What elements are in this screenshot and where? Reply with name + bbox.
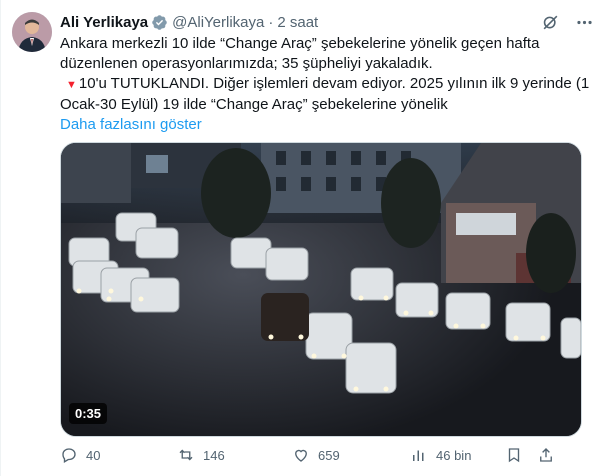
bookmark-icon [508, 448, 520, 463]
share-icon [540, 448, 552, 462]
repost-count: 146 [203, 447, 225, 463]
header-actions [540, 12, 594, 32]
verified-badge-icon [151, 14, 168, 31]
timestamp[interactable]: 2 saat [277, 14, 318, 31]
reply-icon [62, 448, 76, 463]
author-name[interactable]: Ali Yerlikaya [60, 14, 148, 31]
repost-icon [179, 449, 193, 461]
reply-count: 40 [86, 447, 101, 463]
share-button[interactable] [537, 446, 563, 464]
grok-icon[interactable] [540, 12, 560, 32]
repost-button[interactable]: 146 [177, 446, 225, 464]
views-icon [413, 450, 424, 461]
tweet-paragraph-1: Ankara merkezli 10 ilde “Change Araç” şe… [60, 35, 540, 72]
video-player[interactable]: 0:35 [60, 142, 582, 437]
tweet-paragraph-2: ▼ 10'u TUTUKLANDI. Diğer işlemleri devam … [60, 74, 590, 115]
show-more-link[interactable]: Daha fazlasını göster [60, 116, 202, 133]
like-icon [295, 449, 307, 462]
like-count: 659 [318, 447, 340, 463]
like-button[interactable]: 659 [292, 446, 340, 464]
tweet-text: Ankara merkezli 10 ilde “Change Araç” şe… [60, 34, 590, 135]
views-button[interactable]: 46 bin [410, 446, 471, 464]
bookmark-button[interactable] [505, 446, 531, 464]
action-bar: 40 146 659 46 bin [60, 446, 590, 468]
reply-button[interactable]: 40 [60, 446, 100, 464]
view-count: 46 bin [436, 447, 472, 463]
video-duration: 0:35 [69, 403, 108, 424]
divider [0, 0, 1, 476]
red-triangle-icon: ▼ [66, 79, 77, 91]
tweet-paragraph-2-text: 10'u TUTUKLANDI. Diğer işlemleri devam e… [60, 75, 590, 113]
author-handle[interactable]: @AliYerlikaya [172, 14, 264, 31]
separator-dot: · [268, 13, 274, 31]
more-icon[interactable] [574, 12, 594, 32]
avatar[interactable] [12, 12, 52, 52]
video-thumbnail [61, 143, 581, 436]
tweet[interactable]: Ali Yerlikaya @AliYerlikaya · 2 saat Ank… [0, 0, 610, 476]
tweet-header: Ali Yerlikaya @AliYerlikaya · 2 saat [60, 12, 318, 32]
